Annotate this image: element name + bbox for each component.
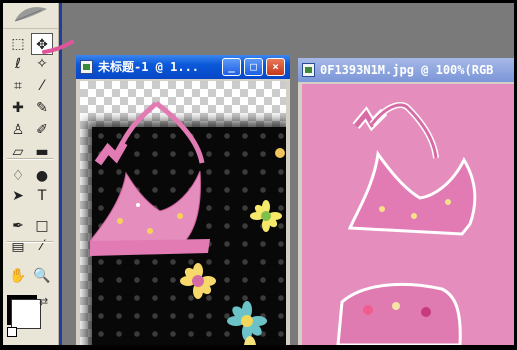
history-brush-tool[interactable]: ✐: [31, 119, 53, 141]
daisy-flower-icon: [244, 336, 256, 345]
crop-tool[interactable]: ⌗: [7, 75, 29, 97]
maximize-button[interactable]: □: [244, 58, 263, 76]
minimize-button[interactable]: _: [222, 58, 241, 76]
screen-frame-bottom: [0, 345, 517, 350]
document-canvas[interactable]: [80, 81, 286, 345]
document-window-untitled[interactable]: 未标题-1 @ 1... _ □ ×: [76, 55, 290, 345]
rectangular-marquee-tool[interactable]: ⬚: [7, 33, 29, 55]
small-flower-icon: [275, 148, 285, 158]
daisy-flower-icon: [227, 301, 267, 341]
clone-stamp-tool[interactable]: ♙: [7, 119, 29, 141]
document-icon: [302, 63, 315, 77]
feather-icon: [14, 7, 47, 22]
toolbox-header: [3, 3, 58, 29]
daisy-flower-icon: [250, 200, 282, 232]
zoom-tool[interactable]: 🔍: [31, 265, 53, 287]
window-titlebar[interactable]: 未标题-1 @ 1... _ □ ×: [76, 55, 290, 79]
notes-tool[interactable]: ▤: [7, 235, 29, 257]
window-title: 0F1393N1M.jpg @ 100%(RGB: [320, 63, 494, 77]
close-button[interactable]: ×: [266, 58, 285, 76]
document-window-photo[interactable]: 0F1393N1M.jpg @ 100%(RGB: [298, 58, 514, 345]
default-colors-icon[interactable]: [7, 327, 17, 337]
annotation-arrow-icon: [42, 40, 74, 54]
pen-tool[interactable]: ✒: [7, 215, 29, 237]
hand-tool[interactable]: ✋: [7, 265, 29, 287]
photo-canvas[interactable]: [302, 84, 514, 345]
healing-brush-tool[interactable]: ✚: [7, 97, 29, 119]
brush-tool[interactable]: ✎: [31, 97, 53, 119]
dodge-tool[interactable]: ●: [31, 165, 53, 187]
window-titlebar[interactable]: 0F1393N1M.jpg @ 100%(RGB: [298, 58, 514, 82]
lasso-tool[interactable]: ℓ: [7, 53, 29, 75]
foreground-color-swatch[interactable]: [11, 299, 41, 329]
daisy-flower-icon: [180, 263, 216, 299]
screen-frame-left: [0, 0, 3, 350]
screen-frame-top: [0, 0, 517, 3]
toolbox-separator: [7, 158, 53, 160]
bikini-photo-image: [336, 102, 477, 345]
shape-tool[interactable]: □: [31, 215, 53, 237]
type-tool[interactable]: T: [31, 185, 53, 207]
swap-colors-icon[interactable]: ⇄: [39, 295, 48, 308]
slice-tool[interactable]: ⁄: [31, 75, 53, 97]
blur-tool[interactable]: ♢: [7, 165, 29, 187]
window-title: 未标题-1 @ 1...: [98, 60, 200, 74]
bikini-top-image: [89, 101, 285, 345]
toolbox-separator: [7, 241, 53, 243]
document-icon: [80, 60, 93, 74]
eyedropper-tool[interactable]: ⁄: [31, 235, 53, 257]
path-selection-tool[interactable]: ➤: [7, 185, 29, 207]
